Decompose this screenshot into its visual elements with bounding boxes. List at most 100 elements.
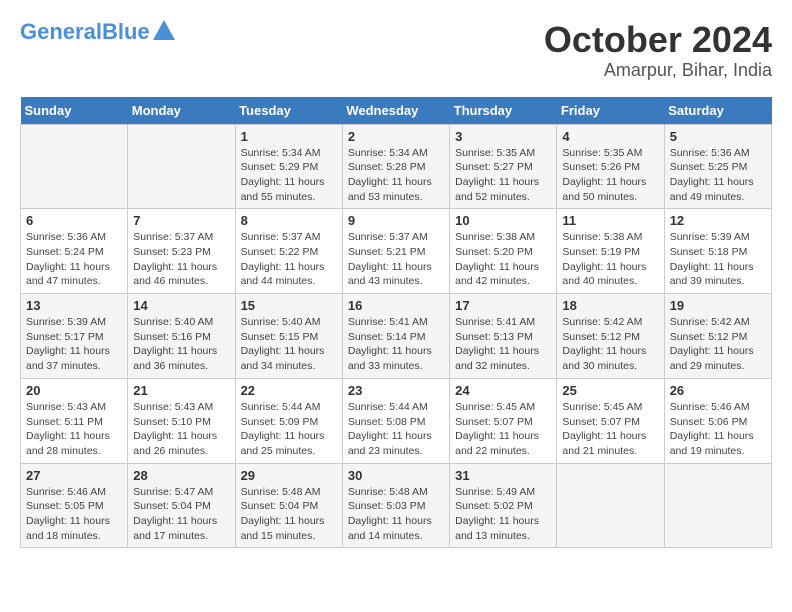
day-header-monday: Monday <box>128 97 235 125</box>
day-number: 7 <box>133 213 229 228</box>
day-number: 23 <box>348 383 444 398</box>
calendar-cell: 31Sunrise: 5:49 AMSunset: 5:02 PMDayligh… <box>450 463 557 548</box>
day-number: 3 <box>455 129 551 144</box>
cell-info: Sunrise: 5:45 AMSunset: 5:07 PMDaylight:… <box>562 400 658 459</box>
calendar-cell: 23 Sunrise: 5:44 AMSunset: 5:08 PMDayligh… <box>342 378 449 463</box>
calendar-cell: 17 Sunrise: 5:41 AMSunset: 5:13 PMDayligh… <box>450 294 557 379</box>
day-number: 11 <box>562 213 658 228</box>
calendar-header: SundayMondayTuesdayWednesdayThursdayFrid… <box>21 97 772 125</box>
cell-info: Sunrise: 5:36 AMSunset: 5:24 PMDaylight:… <box>26 230 122 289</box>
calendar-cell: 8 Sunrise: 5:37 AMSunset: 5:22 PMDaylight… <box>235 209 342 294</box>
calendar-cell <box>557 463 664 548</box>
day-header-wednesday: Wednesday <box>342 97 449 125</box>
day-number: 19 <box>670 298 766 313</box>
day-number: 26 <box>670 383 766 398</box>
calendar-cell: 9Sunrise: 5:37 AMSunset: 5:21 PMDaylight… <box>342 209 449 294</box>
calendar-cell: 26 Sunrise: 5:46 AMSunset: 5:06 PMDayligh… <box>664 378 771 463</box>
calendar-subtitle: Amarpur, Bihar, India <box>544 60 772 81</box>
cell-info: Sunrise: 5:36 AMSunset: 5:25 PMDaylight:… <box>670 146 766 205</box>
cell-info: Sunrise: 5:42 AMSunset: 5:12 PMDaylight:… <box>670 315 766 374</box>
cell-info: Sunrise: 5:39 AMSunset: 5:17 PMDaylight:… <box>26 315 122 374</box>
calendar-cell: 21 Sunrise: 5:43 AMSunset: 5:10 PMDayligh… <box>128 378 235 463</box>
calendar-week-5: 27Sunrise: 5:46 AMSunset: 5:05 PMDayligh… <box>21 463 772 548</box>
calendar-cell: 10Sunrise: 5:38 AMSunset: 5:20 PMDayligh… <box>450 209 557 294</box>
calendar-week-1: 1 Sunrise: 5:34 AMSunset: 5:29 PMDaylight… <box>21 124 772 209</box>
day-number: 22 <box>241 383 337 398</box>
day-number: 6 <box>26 213 122 228</box>
cell-info: Sunrise: 5:45 AMSunset: 5:07 PMDaylight:… <box>455 400 551 459</box>
cell-info: Sunrise: 5:44 AMSunset: 5:08 PMDaylight:… <box>348 400 444 459</box>
calendar-table: SundayMondayTuesdayWednesdayThursdayFrid… <box>20 97 772 549</box>
calendar-week-2: 6 Sunrise: 5:36 AMSunset: 5:24 PMDaylight… <box>21 209 772 294</box>
day-header-saturday: Saturday <box>664 97 771 125</box>
cell-info: Sunrise: 5:40 AMSunset: 5:16 PMDaylight:… <box>133 315 229 374</box>
cell-info: Sunrise: 5:37 AMSunset: 5:21 PMDaylight:… <box>348 230 444 289</box>
day-header-friday: Friday <box>557 97 664 125</box>
cell-info: Sunrise: 5:38 AMSunset: 5:19 PMDaylight:… <box>562 230 658 289</box>
day-number: 28 <box>133 468 229 483</box>
day-number: 4 <box>562 129 658 144</box>
calendar-week-4: 20 Sunrise: 5:43 AMSunset: 5:11 PMDayligh… <box>21 378 772 463</box>
calendar-cell: 14 Sunrise: 5:40 AMSunset: 5:16 PMDayligh… <box>128 294 235 379</box>
cell-info: Sunrise: 5:37 AMSunset: 5:22 PMDaylight:… <box>241 230 337 289</box>
calendar-cell: 24 Sunrise: 5:45 AMSunset: 5:07 PMDayligh… <box>450 378 557 463</box>
calendar-cell: 30 Sunrise: 5:48 AMSunset: 5:03 PMDayligh… <box>342 463 449 548</box>
calendar-cell: 12Sunrise: 5:39 AMSunset: 5:18 PMDayligh… <box>664 209 771 294</box>
day-number: 5 <box>670 129 766 144</box>
page-header: GeneralBlue October 2024 Amarpur, Bihar,… <box>20 20 772 81</box>
logo: GeneralBlue <box>20 20 175 44</box>
day-header-tuesday: Tuesday <box>235 97 342 125</box>
title-block: October 2024 Amarpur, Bihar, India <box>544 20 772 81</box>
calendar-cell: 20 Sunrise: 5:43 AMSunset: 5:11 PMDayligh… <box>21 378 128 463</box>
cell-info: Sunrise: 5:46 AMSunset: 5:06 PMDaylight:… <box>670 400 766 459</box>
day-number: 12 <box>670 213 766 228</box>
cell-info: Sunrise: 5:46 AMSunset: 5:05 PMDaylight:… <box>26 485 122 544</box>
calendar-cell: 11 Sunrise: 5:38 AMSunset: 5:19 PMDayligh… <box>557 209 664 294</box>
day-number: 21 <box>133 383 229 398</box>
day-number: 25 <box>562 383 658 398</box>
calendar-cell: 5 Sunrise: 5:36 AMSunset: 5:25 PMDaylight… <box>664 124 771 209</box>
cell-info: Sunrise: 5:42 AMSunset: 5:12 PMDaylight:… <box>562 315 658 374</box>
day-number: 17 <box>455 298 551 313</box>
day-number: 2 <box>348 129 444 144</box>
calendar-cell: 3 Sunrise: 5:35 AMSunset: 5:27 PMDaylight… <box>450 124 557 209</box>
calendar-cell: 25 Sunrise: 5:45 AMSunset: 5:07 PMDayligh… <box>557 378 664 463</box>
cell-info: Sunrise: 5:43 AMSunset: 5:10 PMDaylight:… <box>133 400 229 459</box>
day-number: 14 <box>133 298 229 313</box>
calendar-cell: 16 Sunrise: 5:41 AMSunset: 5:14 PMDayligh… <box>342 294 449 379</box>
day-number: 15 <box>241 298 337 313</box>
cell-info: Sunrise: 5:35 AMSunset: 5:27 PMDaylight:… <box>455 146 551 205</box>
cell-info: Sunrise: 5:34 AMSunset: 5:29 PMDaylight:… <box>241 146 337 205</box>
calendar-cell: 28Sunrise: 5:47 AMSunset: 5:04 PMDayligh… <box>128 463 235 548</box>
day-number: 1 <box>241 129 337 144</box>
calendar-cell: 29 Sunrise: 5:48 AMSunset: 5:04 PMDayligh… <box>235 463 342 548</box>
calendar-cell <box>21 124 128 209</box>
cell-info: Sunrise: 5:37 AMSunset: 5:23 PMDaylight:… <box>133 230 229 289</box>
day-number: 18 <box>562 298 658 313</box>
day-number: 30 <box>348 468 444 483</box>
cell-info: Sunrise: 5:41 AMSunset: 5:13 PMDaylight:… <box>455 315 551 374</box>
calendar-cell: 6 Sunrise: 5:36 AMSunset: 5:24 PMDaylight… <box>21 209 128 294</box>
day-number: 8 <box>241 213 337 228</box>
day-header-sunday: Sunday <box>21 97 128 125</box>
calendar-cell: 7 Sunrise: 5:37 AMSunset: 5:23 PMDaylight… <box>128 209 235 294</box>
day-number: 24 <box>455 383 551 398</box>
cell-info: Sunrise: 5:43 AMSunset: 5:11 PMDaylight:… <box>26 400 122 459</box>
day-number: 20 <box>26 383 122 398</box>
calendar-cell: 2Sunrise: 5:34 AMSunset: 5:28 PMDaylight… <box>342 124 449 209</box>
cell-info: Sunrise: 5:48 AMSunset: 5:03 PMDaylight:… <box>348 485 444 544</box>
calendar-cell: 4Sunrise: 5:35 AMSunset: 5:26 PMDaylight… <box>557 124 664 209</box>
day-number: 29 <box>241 468 337 483</box>
calendar-cell: 27Sunrise: 5:46 AMSunset: 5:05 PMDayligh… <box>21 463 128 548</box>
day-number: 16 <box>348 298 444 313</box>
calendar-cell: 15 Sunrise: 5:40 AMSunset: 5:15 PMDayligh… <box>235 294 342 379</box>
calendar-cell: 22Sunrise: 5:44 AMSunset: 5:09 PMDayligh… <box>235 378 342 463</box>
calendar-cell <box>128 124 235 209</box>
cell-info: Sunrise: 5:40 AMSunset: 5:15 PMDaylight:… <box>241 315 337 374</box>
day-number: 10 <box>455 213 551 228</box>
calendar-cell: 13Sunrise: 5:39 AMSunset: 5:17 PMDayligh… <box>21 294 128 379</box>
day-header-thursday: Thursday <box>450 97 557 125</box>
cell-info: Sunrise: 5:49 AMSunset: 5:02 PMDaylight:… <box>455 485 551 544</box>
cell-info: Sunrise: 5:48 AMSunset: 5:04 PMDaylight:… <box>241 485 337 544</box>
cell-info: Sunrise: 5:41 AMSunset: 5:14 PMDaylight:… <box>348 315 444 374</box>
